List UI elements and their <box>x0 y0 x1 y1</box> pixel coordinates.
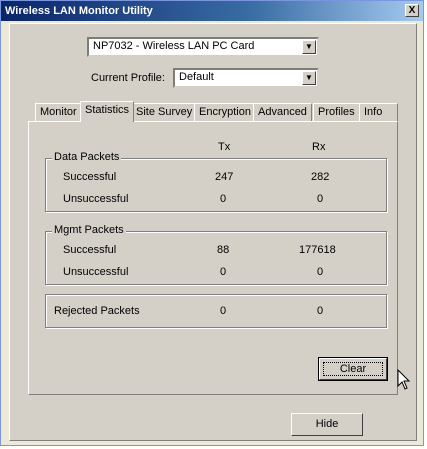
tab-encryption[interactable]: Encryption <box>194 103 256 121</box>
tab-site-survey[interactable]: Site Survey <box>131 103 198 121</box>
close-button[interactable]: X <box>405 4 419 17</box>
tab-advanced[interactable]: Advanced <box>253 103 312 121</box>
device-select-value: NP7032 - Wireless LAN PC Card <box>93 40 255 52</box>
data-successful-rx: 282 <box>311 171 330 183</box>
data-packets-title: Data Packets <box>52 151 122 163</box>
mgmt-unsuccessful-rx: 0 <box>317 266 324 278</box>
data-packets-group: Data Packets Successful 247 282 Unsucces… <box>45 151 387 212</box>
tab-statistics[interactable]: Statistics <box>80 101 135 122</box>
profile-select[interactable]: Default ▼ <box>173 68 319 88</box>
device-select[interactable]: NP7032 - Wireless LAN PC Card ▼ <box>87 37 319 57</box>
data-unsuccessful-tx: 0 <box>220 193 227 205</box>
mgmt-packets-group: Mgmt Packets Successful 88 177618 Unsucc… <box>45 224 387 285</box>
hide-button[interactable]: Hide <box>291 413 363 436</box>
tab-profiles[interactable]: Profiles <box>313 103 360 121</box>
rejected-packets-tx: 0 <box>220 305 227 317</box>
tx-column-header: Tx <box>218 141 231 153</box>
mouse-pointer-icon <box>397 369 411 390</box>
title-bar[interactable]: Wireless LAN Monitor Utility X <box>1 1 423 21</box>
window-title: Wireless LAN Monitor Utility <box>5 5 153 17</box>
tab-monitor[interactable]: Monitor <box>35 103 82 121</box>
chevron-down-icon[interactable]: ▼ <box>302 71 316 85</box>
current-profile-label: Current Profile: <box>91 72 165 84</box>
mgmt-unsuccessful-tx: 0 <box>220 266 227 278</box>
rejected-packets-label: Rejected Packets <box>54 305 140 317</box>
data-unsuccessful-rx: 0 <box>317 193 324 205</box>
mgmt-packets-title: Mgmt Packets <box>52 224 126 236</box>
rejected-packets-group: Rejected Packets 0 0 <box>45 294 387 328</box>
rejected-packets-rx: 0 <box>317 305 324 317</box>
chevron-down-icon[interactable]: ▼ <box>302 40 316 54</box>
mgmt-successful-tx: 88 <box>217 244 230 256</box>
data-successful-tx: 247 <box>215 171 234 183</box>
statistics-panel: Tx Rx Data Packets Successful 247 282 Un… <box>28 121 398 395</box>
rx-column-header: Rx <box>312 141 326 153</box>
clear-button-label: Clear <box>323 362 383 376</box>
data-unsuccessful-label: Unsuccessful <box>63 193 129 205</box>
tab-info[interactable]: Info <box>359 103 398 121</box>
profile-select-value: Default <box>179 71 214 83</box>
clear-button[interactable]: Clear <box>318 357 388 381</box>
data-successful-label: Successful <box>63 171 117 183</box>
mgmt-successful-label: Successful <box>63 244 117 256</box>
mgmt-successful-rx: 177618 <box>299 244 336 256</box>
mgmt-unsuccessful-label: Unsuccessful <box>63 266 129 278</box>
app-window: Wireless LAN Monitor Utility X NP7032 - … <box>0 0 424 446</box>
